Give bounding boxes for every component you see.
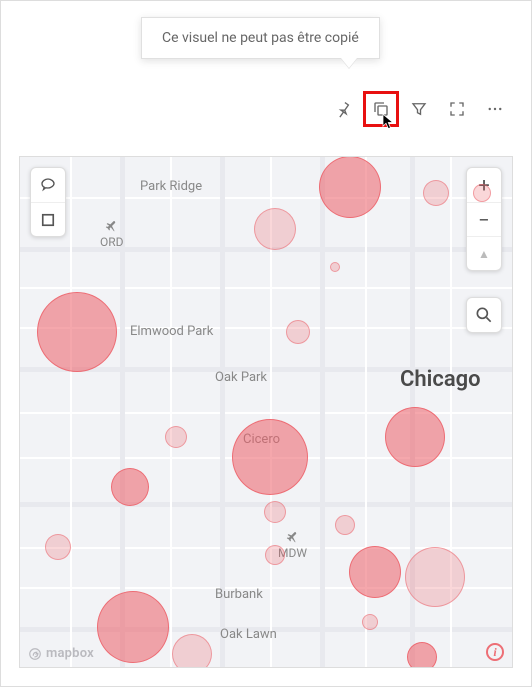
airplane-icon [105,219,119,233]
rectangle-icon [39,211,57,229]
pin-button[interactable] [325,91,361,127]
focus-mode-icon [448,100,466,118]
tooltip-copy-disabled: Ce visuel ne peut pas être copié [141,17,380,59]
data-bubble[interactable] [97,591,169,663]
tooltip-text: Ce visuel ne peut pas être copié [162,30,359,46]
data-bubble[interactable] [349,546,401,598]
map-attribution: mapbox [28,646,94,661]
data-bubble[interactable] [165,426,187,448]
data-bubble[interactable] [172,634,212,668]
data-bubble[interactable] [254,208,296,250]
data-bubble[interactable] [362,614,378,630]
map-zoom-controls: + − ▲ [466,167,502,271]
data-bubble[interactable] [37,292,117,372]
auto-zoom-button[interactable] [466,297,502,333]
data-bubble[interactable] [111,468,149,506]
cursor-icon [380,112,398,130]
pin-icon [334,100,352,118]
zoom-out-button[interactable]: − [467,202,501,236]
lasso-select-button[interactable] [31,168,65,202]
data-bubble[interactable] [385,407,445,467]
data-bubble[interactable] [423,180,449,206]
filter-button[interactable] [401,91,437,127]
data-bubble[interactable] [330,262,340,272]
data-bubble[interactable] [286,320,310,344]
data-bubble[interactable] [45,534,71,560]
more-options-icon [486,100,504,118]
data-bubble[interactable] [335,515,355,535]
data-bubble[interactable] [264,501,286,523]
compass-icon: ▲ [478,247,490,261]
data-bubble[interactable] [473,184,491,202]
map-selection-controls [30,167,66,237]
data-bubble[interactable] [405,547,465,607]
data-bubble[interactable] [232,419,308,495]
data-bubble[interactable] [265,545,285,565]
filter-icon [410,100,428,118]
airplane-icon [286,530,300,544]
mapbox-logo-icon [28,647,42,661]
copy-button[interactable] [363,91,399,127]
focus-mode-button[interactable] [439,91,475,127]
more-options-button[interactable] [477,91,513,127]
magnifier-icon [474,305,494,325]
info-icon: i [493,645,496,660]
data-bubble[interactable] [407,642,437,668]
map-info-button[interactable]: i [486,643,504,661]
minus-icon: − [478,208,489,232]
lasso-icon [39,176,57,194]
data-bubble[interactable] [319,156,381,218]
visual-toolbar [325,91,513,127]
reset-bearing-button[interactable]: ▲ [467,236,501,270]
map-canvas[interactable]: Chicago + − ▲ mapbox i Park Rid [19,156,513,668]
rectangle-select-button[interactable] [31,202,65,236]
